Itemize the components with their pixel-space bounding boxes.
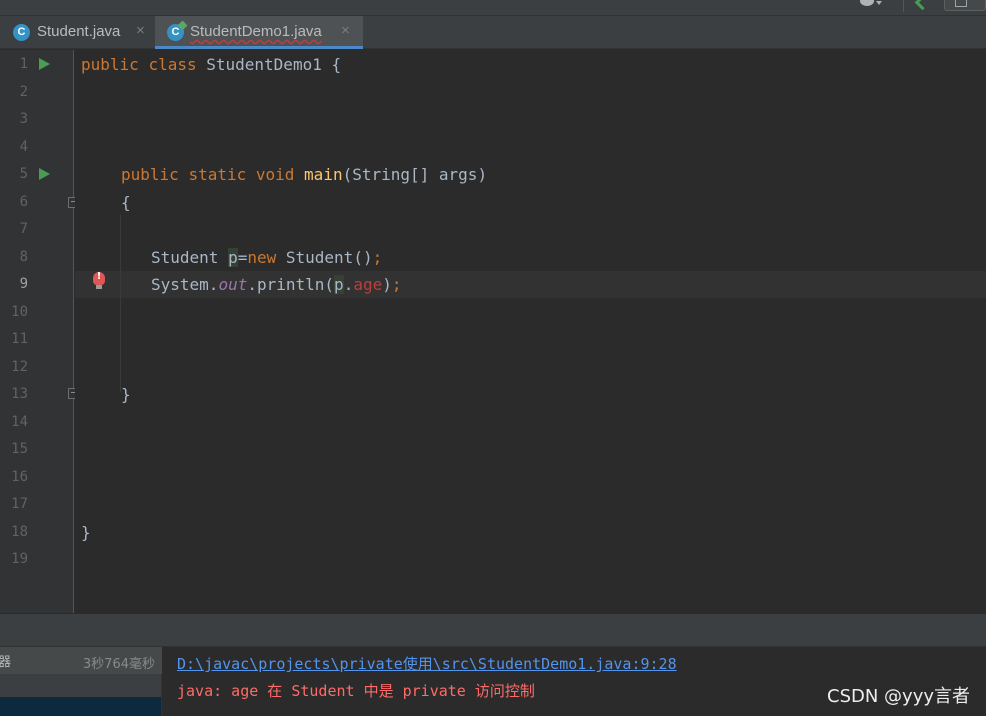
close-icon[interactable]: × <box>341 22 350 39</box>
code-editor[interactable]: public class StudentDemo1 { public stati… <box>75 50 986 613</box>
tab-label: StudentDemo1.java <box>190 23 322 40</box>
code-line-5: public static void main(String[] args) <box>121 165 488 184</box>
line-number: 10 <box>11 304 28 320</box>
tab-label: Student.java <box>37 23 121 40</box>
line-number: 8 <box>19 249 28 265</box>
close-icon[interactable]: × <box>136 22 145 39</box>
indent-guide <box>120 215 121 392</box>
line-number: 18 <box>11 524 28 540</box>
line-number: 12 <box>11 359 28 375</box>
line-number: 1 <box>19 56 28 72</box>
error-bulb-icon[interactable] <box>93 271 105 289</box>
line-number: 4 <box>19 139 28 155</box>
line-number: 16 <box>11 469 28 485</box>
code-line-18: } <box>81 523 91 542</box>
build-elapsed-time: 3秒764毫秒 <box>82 657 155 672</box>
line-number-current: 9 <box>19 276 28 292</box>
error-message: java: age 在 Student 中是 private 访问控制 <box>177 682 535 700</box>
tab-studentdemo1-java[interactable]: C StudentDemo1.java × <box>155 16 363 49</box>
line-number: 14 <box>11 414 28 430</box>
line-number: 7 <box>19 221 28 237</box>
code-line-8: Student p=new Student(); <box>151 248 383 267</box>
code-line-9: System.out.println(p.age); <box>151 275 402 294</box>
run-class-icon[interactable] <box>39 58 50 70</box>
build-hammer-icon[interactable] <box>915 0 927 10</box>
line-number: 13 <box>11 386 28 402</box>
toolbar-separator <box>903 0 904 12</box>
editor-tab-bar: C Student.java × C StudentDemo1.java × <box>0 16 986 49</box>
line-number: 6 <box>19 194 28 210</box>
java-class-icon: C <box>13 24 30 41</box>
tree-label-fragment: 器 <box>0 654 12 669</box>
build-tree-row[interactable]: 器 3秒764毫秒 <box>0 647 162 674</box>
line-number: 15 <box>11 441 28 457</box>
error-location-link[interactable]: D:\javac\projects\private使用\src\StudentD… <box>177 653 677 674</box>
user-account-icon[interactable] <box>857 0 883 10</box>
build-panel-header <box>0 613 986 647</box>
line-number: 19 <box>11 551 28 567</box>
code-line-1: public class StudentDemo1 { <box>81 55 342 74</box>
line-number: 5 <box>19 166 28 182</box>
run-configuration-combo[interactable] <box>944 0 986 11</box>
line-number: 17 <box>11 496 28 512</box>
run-main-icon[interactable] <box>39 168 50 180</box>
editor-gutter[interactable]: 1 2 3 4 5 6 7 8 9 10 11 12 13 14 15 16 1… <box>0 50 79 613</box>
java-class-icon: C <box>167 24 184 41</box>
watermark: CSDN @yyy言者 <box>827 686 970 707</box>
line-number: 2 <box>19 84 28 100</box>
code-line-13: } <box>121 385 131 404</box>
tab-student-java[interactable]: C Student.java × <box>0 16 155 49</box>
top-toolbar <box>0 0 986 16</box>
code-line-6: { <box>121 193 131 212</box>
line-number: 11 <box>11 331 28 347</box>
line-number: 3 <box>19 111 28 127</box>
tree-selection-strip <box>0 697 161 716</box>
